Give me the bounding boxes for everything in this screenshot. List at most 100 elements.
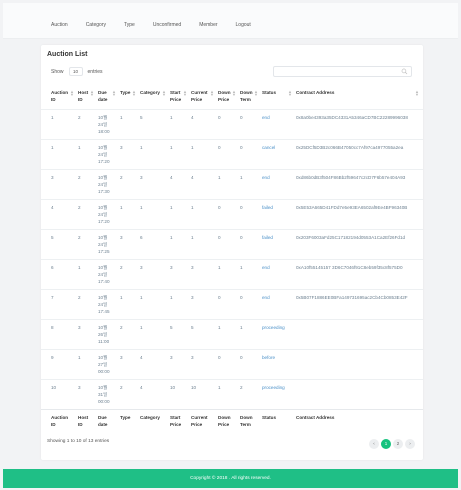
cell-value: 1 (218, 384, 221, 390)
table-cell: 0 (218, 349, 240, 379)
table-cell: 0xd86b0dB3f504F86Bb2f59647c2cD7F6b57e404… (296, 169, 423, 199)
table-cell: 4 (191, 109, 218, 139)
cell-value: 2 (120, 384, 123, 390)
column-header-cell[interactable]: Due date ▲ ▼ (98, 87, 120, 109)
table-cell: 10월 31일 00:00 (98, 379, 120, 409)
cell-value: 4 (170, 174, 173, 180)
column-footer-label: Price (170, 421, 182, 427)
column-header-cell[interactable]: Contract Address ▲ ▼ (296, 87, 423, 109)
column-header-cell[interactable]: Down Price ▲ ▼ (218, 87, 240, 109)
table-cell: 1 (41, 109, 78, 139)
table-row[interactable]: 10 3 10월 31일 00:00 2 4 10 10 1 2 proceeding (41, 379, 423, 409)
page-length-select[interactable]: 10 (68, 67, 83, 76)
table-cell: 1 (240, 169, 262, 199)
table-cell: 3 (170, 349, 191, 379)
table-row[interactable]: 3 2 10월 24일 17:30 2 3 4 4 1 1 end 0xd86b0dB3f504F8… (41, 169, 423, 199)
column-header-cell[interactable]: Current Price ▲ ▼ (191, 87, 218, 109)
cell-value: 2 (240, 384, 243, 390)
table-cell: 10월 26일 11:00 (98, 319, 120, 349)
prev-page-button[interactable]: ‹ (369, 439, 379, 449)
page-title: Auction List (47, 51, 88, 58)
column-header-cell[interactable]: Type ▲ ▼ (120, 87, 140, 109)
cell-value: 0 (218, 204, 221, 210)
next-page-button[interactable]: › (405, 439, 415, 449)
table-row[interactable]: 8 3 10월 26일 11:00 2 1 5 5 1 1 proceeding (41, 319, 423, 349)
sort-icon: ▲ ▼ (112, 89, 116, 97)
table-cell: 2 (120, 319, 140, 349)
cell-value: 8 (51, 324, 54, 330)
table-row[interactable]: 6 1 10월 24일 17:40 2 3 3 3 1 1 end 0xA10f55145157 3… (41, 259, 423, 289)
column-header-label: Term (240, 97, 251, 102)
table-cell: 2 (78, 229, 98, 259)
page-2-button[interactable]: 2 (393, 439, 403, 449)
cell-value: 10월 24일 17:25 (98, 234, 110, 254)
search-input[interactable] (277, 67, 397, 76)
status-text: cancel (262, 144, 276, 150)
nav-auction[interactable]: Auction (51, 22, 68, 28)
column-header-cell[interactable]: Start Price ▲ ▼ (170, 87, 191, 109)
cell-value: 1 (78, 354, 81, 360)
cell-value: 3 (170, 264, 173, 270)
cell-value: 3 (191, 294, 194, 300)
table-cell: 1 (218, 259, 240, 289)
cell-value: 3 (140, 264, 143, 270)
table-row[interactable]: 7 2 10월 24일 17:45 1 1 1 3 0 0 end 0x5B07F1886EE0BF… (41, 289, 423, 319)
contract-address: 0xd86b0dB3f504F86Bb2f59647c2cD7F6b57e404… (296, 174, 406, 180)
nav-logout[interactable]: Logout (236, 22, 251, 28)
cell-value: 10 (170, 384, 176, 390)
cell-value: 0 (240, 144, 243, 150)
nav-member[interactable]: Member (199, 22, 217, 28)
nav-category[interactable]: Category (86, 22, 106, 28)
column-footer-label: Price (218, 421, 230, 427)
cell-value: 2 (120, 264, 123, 270)
cell-value: 4 (191, 114, 194, 120)
cell-value: 3 (140, 174, 143, 180)
cell-value: 1 (170, 294, 173, 300)
table-cell: end (262, 109, 296, 139)
column-header-cell[interactable]: Status ▲ ▼ (262, 87, 296, 109)
column-header-cell[interactable]: Auction ID ▲ ▼ (41, 87, 78, 109)
copyright-text: Copyright © 2018 . All rights reserved. (190, 476, 271, 481)
column-header-cell[interactable]: Category ▲ ▼ (140, 87, 170, 109)
page-1-button[interactable]: 1 (381, 439, 391, 449)
table-row[interactable]: 5 2 10월 24일 17:25 3 6 1 1 0 0 failed 0x203F6003aFd… (41, 229, 423, 259)
cell-value: 1 (120, 204, 123, 210)
table-row[interactable]: 1 1 10월 24일 17:20 3 1 1 1 0 0 cancel 0x25DCf5D3B2c… (41, 139, 423, 169)
sort-icon: ▲ ▼ (162, 89, 166, 97)
cell-value: 1 (140, 204, 143, 210)
sort-icon: ▲ ▼ (288, 89, 292, 97)
table-cell: 1 (170, 139, 191, 169)
column-header-cell[interactable]: Host ID ▲ ▼ (78, 87, 98, 109)
column-footer-cell: Current Price (191, 409, 218, 429)
cell-value: 1 (191, 204, 194, 210)
cell-value: 3 (78, 324, 81, 330)
table-cell: 4 (191, 169, 218, 199)
auction-table: Auction ID ▲ ▼ Host ID ▲ ▼ Due date ▲ ▼ Type ▲ ▼ Catego… (41, 87, 423, 429)
cell-value: 4 (140, 354, 143, 360)
table-cell: 0 (240, 109, 262, 139)
table-header: Auction ID ▲ ▼ Host ID ▲ ▼ Due date ▲ ▼ Type ▲ ▼ Catego… (41, 87, 423, 109)
table-cell: 1 (170, 199, 191, 229)
table-cell: 2 (240, 379, 262, 409)
column-header-label: Host (78, 90, 89, 95)
table-cell: 0x5E53A665D41FDd7e5e93EA6502af9Ee4BF9634… (296, 199, 423, 229)
table-cell: 0 (240, 229, 262, 259)
table-cell: 2 (120, 259, 140, 289)
nav-type[interactable]: Type (124, 22, 135, 28)
table-cell: 0x25DCf5D3B2c066B47050cc7Af97ca4977055a2… (296, 139, 423, 169)
cell-value: 1 (191, 234, 194, 240)
nav-unconfirmed[interactable]: Unconfirmed (153, 22, 181, 28)
column-footer-label: Type (120, 414, 131, 420)
table-row[interactable]: 1 2 10월 24일 18:00 1 5 1 4 0 0 end 0x8a0be4393a35DC… (41, 109, 423, 139)
cell-value: 1 (170, 204, 173, 210)
search-icon[interactable] (401, 68, 408, 75)
table-cell: 3 (41, 169, 78, 199)
table-row[interactable]: 4 2 10월 24일 17:20 1 1 1 1 0 0 failed 0x5E53A665D41… (41, 199, 423, 229)
table-cell: 0 (218, 139, 240, 169)
table-cell: 0x8a0be4393a35DC4331A5346aCD7BC222899960… (296, 109, 423, 139)
column-header-cell[interactable]: Down Term ▲ ▼ (240, 87, 262, 109)
column-header-label: Type (120, 90, 131, 95)
table-cell: 1 (41, 139, 78, 169)
cell-value: 6 (140, 234, 143, 240)
table-row[interactable]: 9 1 10월 27일 00:00 3 4 3 3 0 0 before (41, 349, 423, 379)
